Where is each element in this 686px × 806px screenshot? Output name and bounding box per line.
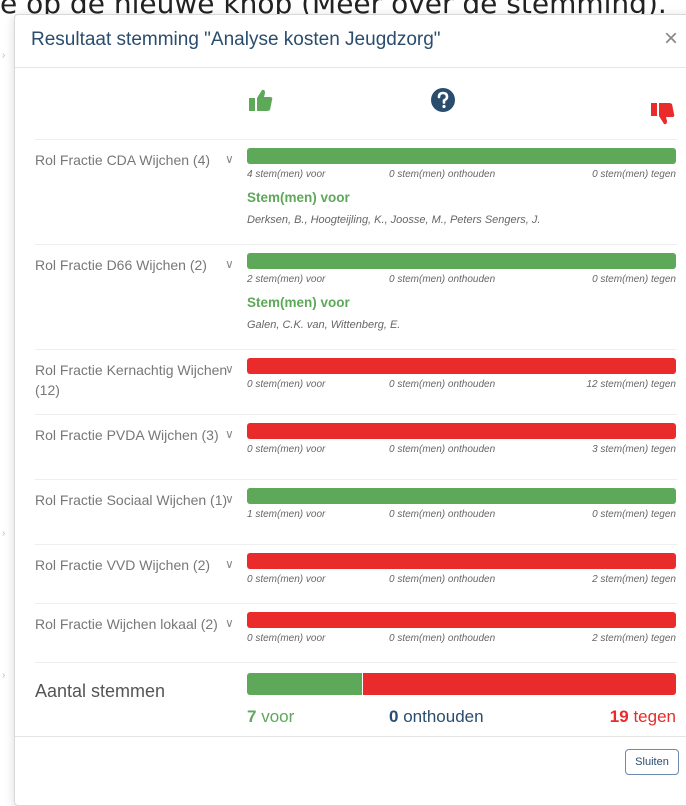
vote-type-heading: Stem(men) voor: [247, 295, 350, 310]
faction-result-bar: [247, 488, 676, 504]
legend-icons: [35, 75, 677, 140]
count-onthouden: 0 stem(men) onthouden: [389, 169, 496, 180]
totals-row: Aantal stemmen 7 voor 0 onthouden 19 tegen: [35, 663, 677, 743]
count-tegen: 3 stem(men) tegen: [592, 444, 676, 455]
faction-label: Rol Fractie Wijchen lokaal (2): [35, 616, 218, 632]
vote-result-modal: Resultaat stemming "Analyse kosten Jeugd…: [14, 14, 686, 806]
totals-bar: [247, 673, 676, 695]
faction-label: Rol Fractie CDA Wijchen (4): [35, 152, 211, 168]
count-tegen: 2 stem(men) tegen: [592, 574, 676, 585]
count-onthouden: 0 stem(men) onthouden: [389, 509, 496, 520]
count-voor: 0 stem(men) voor: [247, 379, 326, 390]
faction-result-bar: [247, 148, 676, 164]
chevron-down-icon[interactable]: ∨: [225, 152, 234, 166]
count-voor: 0 stem(men) voor: [247, 444, 326, 455]
faction-label: Rol Fractie Kernachtig Wijchen (12): [35, 362, 228, 398]
chevron-down-icon[interactable]: ∨: [225, 362, 234, 376]
close-icon[interactable]: ×: [664, 25, 678, 53]
faction-row[interactable]: Rol Fractie Kernachtig Wijchen (12) ∨ 0 st…: [35, 350, 677, 415]
count-tegen: 2 stem(men) tegen: [592, 633, 676, 644]
faction-result-bar: [247, 253, 676, 269]
count-onthouden: 0 stem(men) onthouden: [389, 274, 496, 285]
totals-bar-voor: [247, 673, 363, 695]
background-marker: ›: [2, 50, 6, 61]
totals-bar-tegen: [362, 673, 676, 695]
count-voor: 2 stem(men) voor: [247, 274, 326, 285]
modal-header: Resultaat stemming "Analyse kosten Jeugd…: [15, 15, 686, 68]
count-voor: 4 stem(men) voor: [247, 169, 326, 180]
count-tegen: 0 stem(men) tegen: [592, 169, 676, 180]
faction-row[interactable]: Rol Fractie VVD Wijchen (2) ∨ 0 stem(men) …: [35, 545, 677, 604]
chevron-down-icon[interactable]: ∨: [225, 557, 234, 571]
member-names: Derksen, B., Hoogteijling, K., Joosse, M…: [247, 214, 541, 226]
chevron-down-icon[interactable]: ∨: [225, 492, 234, 506]
background-marker: ›: [2, 670, 6, 681]
faction-row[interactable]: Rol Fractie Sociaal Wijchen (1) ∨ 1 stem(m…: [35, 480, 677, 545]
count-voor: 1 stem(men) voor: [247, 509, 326, 520]
vote-table: Rol Fractie CDA Wijchen (4) ∨ 4 stem(men) …: [35, 75, 677, 743]
thumbs-up-icon: [248, 87, 274, 118]
count-tegen: 0 stem(men) tegen: [592, 509, 676, 520]
faction-label: Rol Fractie VVD Wijchen (2): [35, 557, 211, 573]
question-circle-icon: [430, 87, 456, 118]
chevron-down-icon[interactable]: ∨: [225, 257, 234, 271]
thumbs-down-icon: [650, 101, 676, 132]
chevron-down-icon[interactable]: ∨: [225, 427, 234, 441]
total-onthouden: 0 onthouden: [389, 707, 484, 726]
count-onthouden: 0 stem(men) onthouden: [389, 444, 496, 455]
faction-label: Rol Fractie D66 Wijchen (2): [35, 257, 207, 273]
vote-type-heading: Stem(men) voor: [247, 190, 350, 205]
count-voor: 0 stem(men) voor: [247, 574, 326, 585]
count-onthouden: 0 stem(men) onthouden: [389, 633, 496, 644]
faction-label: Rol Fractie PVDA Wijchen (3): [35, 427, 219, 443]
close-button[interactable]: Sluiten: [625, 749, 679, 775]
totals-label: Aantal stemmen: [35, 681, 166, 701]
count-voor: 0 stem(men) voor: [247, 633, 326, 644]
member-names: Galen, C.K. van, Wittenberg, E.: [247, 319, 401, 331]
count-onthouden: 0 stem(men) onthouden: [389, 379, 496, 390]
faction-row[interactable]: Rol Fractie CDA Wijchen (4) ∨ 4 stem(men) …: [35, 140, 677, 245]
total-voor: 7 voor: [247, 707, 295, 726]
faction-row[interactable]: Rol Fractie D66 Wijchen (2) ∨ 2 stem(men) …: [35, 245, 677, 350]
modal-title: Resultaat stemming "Analyse kosten Jeugd…: [31, 29, 441, 50]
total-tegen: 19 tegen: [609, 707, 676, 726]
count-tegen: 0 stem(men) tegen: [592, 274, 676, 285]
faction-result-bar: [247, 553, 676, 569]
count-onthouden: 0 stem(men) onthouden: [389, 574, 496, 585]
modal-footer-divider: [15, 736, 686, 737]
background-marker: ›: [2, 528, 6, 539]
faction-row[interactable]: Rol Fractie PVDA Wijchen (3) ∨ 0 stem(men)…: [35, 415, 677, 480]
chevron-down-icon[interactable]: ∨: [225, 616, 234, 630]
faction-result-bar: [247, 358, 676, 374]
faction-result-bar: [247, 612, 676, 628]
faction-label: Rol Fractie Sociaal Wijchen (1): [35, 492, 228, 508]
faction-row[interactable]: Rol Fractie Wijchen lokaal (2) ∨ 0 stem(me…: [35, 604, 677, 663]
count-tegen: 12 stem(men) tegen: [586, 379, 677, 390]
faction-result-bar: [247, 423, 676, 439]
